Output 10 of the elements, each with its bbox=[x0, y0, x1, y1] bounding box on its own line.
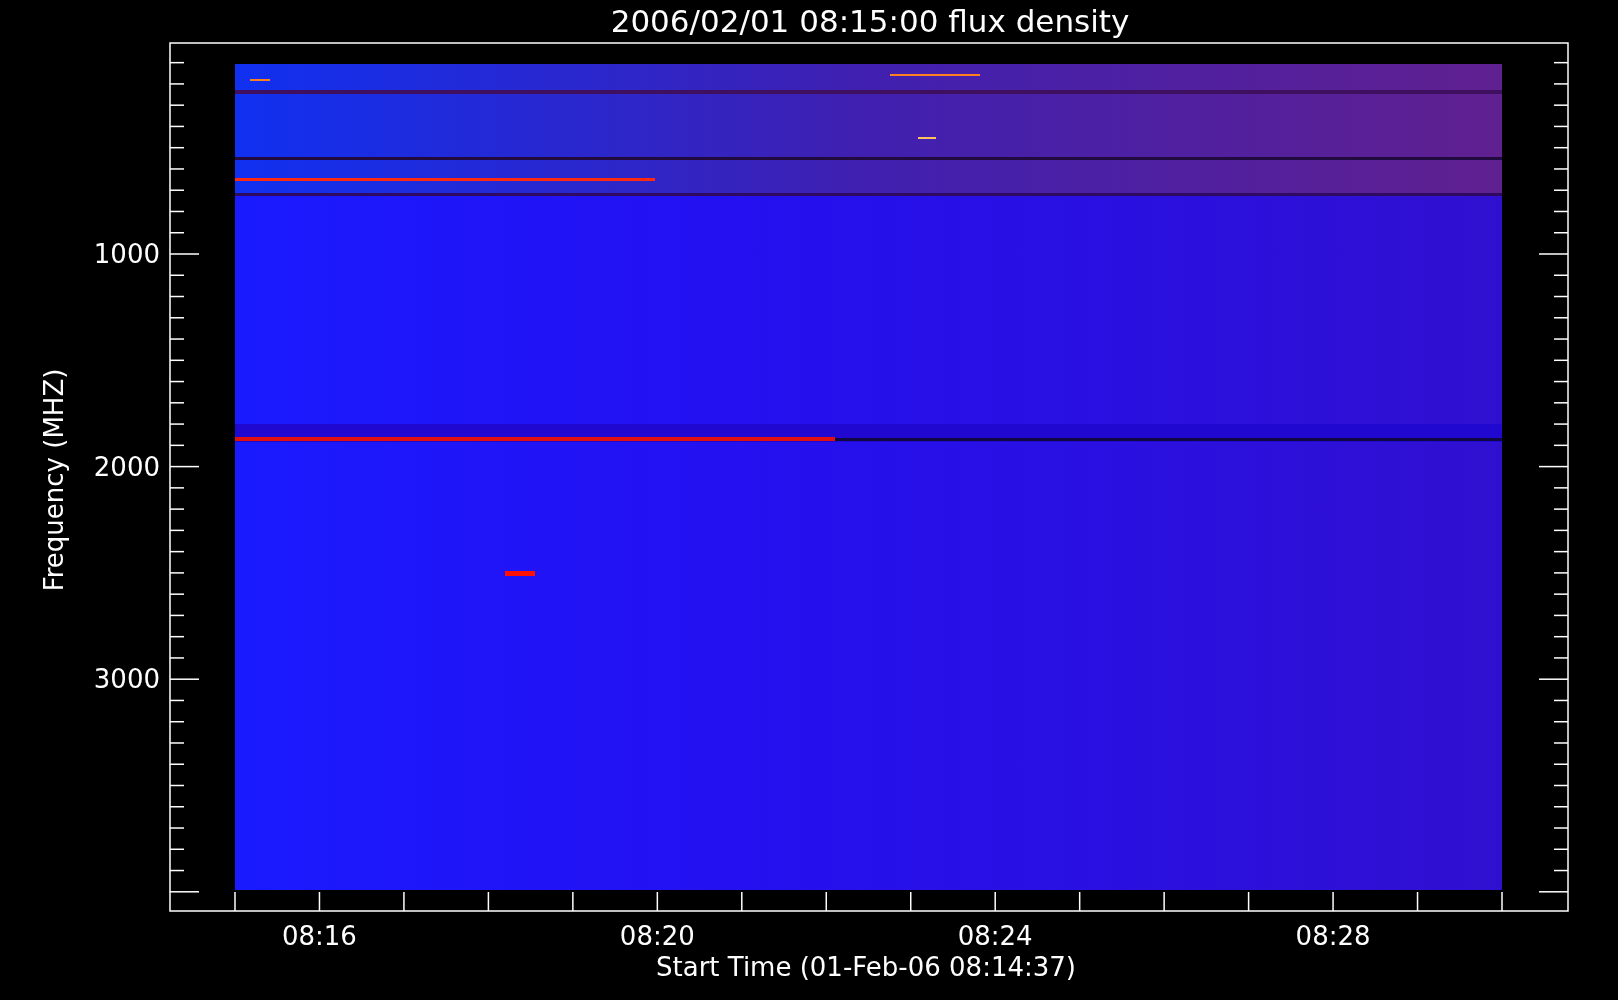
x-tick-label: 08:16 bbox=[282, 921, 357, 951]
y-axis-title: Frequency (MHZ) bbox=[39, 368, 69, 592]
chart-title: 2006/02/01 08:15:00 flux density bbox=[610, 3, 1130, 39]
y-tick-label: 1000 bbox=[93, 239, 160, 269]
y-tick-label: 2000 bbox=[93, 451, 160, 482]
x-tick-label: 08:28 bbox=[1295, 921, 1371, 951]
x-tick-label: 08:24 bbox=[957, 921, 1033, 951]
x-tick-label: 08:20 bbox=[619, 921, 695, 951]
x-axis-title: Start Time (01-Feb-06 08:14:37) bbox=[656, 952, 1076, 982]
y-tick-label: 3000 bbox=[93, 664, 160, 695]
